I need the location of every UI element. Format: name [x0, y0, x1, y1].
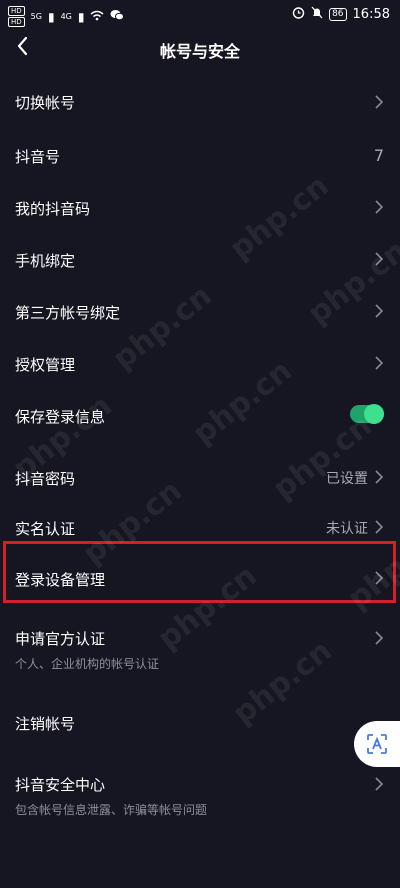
save-login-toggle[interactable]	[350, 404, 384, 424]
item-subtitle: 包含帐号信息泄露、诈骗等帐号问题	[15, 803, 208, 817]
menu-item-official-verification[interactable]: 申请官方认证 个人、企业机构的帐号认证	[0, 624, 400, 676]
page-title: 帐号与安全	[159, 42, 240, 61]
menu-item-douyin-id[interactable]: 抖音号 7	[0, 138, 400, 174]
alarm-icon	[292, 6, 305, 23]
chevron-right-icon	[375, 470, 384, 484]
item-label: 手机绑定	[15, 252, 76, 270]
status-bar: HD HD 5G ▮ 4G ▮ 86 16:58	[0, 0, 400, 28]
floating-scan-button[interactable]	[354, 721, 400, 767]
item-value: 7	[373, 146, 384, 165]
menu-item-my-qr-code[interactable]: 我的抖音码	[0, 190, 400, 226]
mute-icon	[311, 6, 323, 23]
item-label: 注销帐号	[15, 715, 76, 733]
menu-item-third-party-binding[interactable]: 第三方帐号绑定	[0, 294, 400, 330]
network-label: 4G	[60, 12, 72, 21]
item-label: 抖音安全中心	[15, 776, 106, 794]
hd-badge: HD	[8, 6, 25, 16]
clock: 16:58	[352, 7, 390, 22]
item-label: 抖音密码	[15, 470, 76, 488]
wechat-icon	[110, 9, 125, 24]
menu-item-password[interactable]: 抖音密码 已设置	[0, 460, 400, 496]
chevron-right-icon	[375, 520, 384, 534]
chevron-right-icon	[375, 252, 384, 266]
network-label: 5G	[30, 12, 42, 21]
text-scan-icon	[367, 734, 387, 754]
chevron-right-icon	[375, 304, 384, 318]
highlight-box	[3, 541, 396, 603]
chevron-right-icon	[375, 631, 384, 645]
wifi-icon	[90, 10, 104, 24]
chevron-right-icon	[375, 777, 384, 791]
item-value: 未认证	[326, 521, 368, 537]
menu-item-save-login-info: 保存登录信息	[0, 398, 400, 434]
item-label: 授权管理	[15, 356, 76, 374]
item-label: 第三方帐号绑定	[15, 304, 121, 322]
battery-icon: 86	[329, 8, 347, 21]
menu-item-phone-binding[interactable]: 手机绑定	[0, 242, 400, 278]
item-label: 我的抖音码	[15, 200, 91, 218]
signal-icon: ▮	[47, 9, 55, 24]
menu-item-authorization[interactable]: 授权管理	[0, 346, 400, 382]
menu-item-switch-account[interactable]: 切换帐号	[0, 86, 400, 122]
item-label: 申请官方认证	[15, 630, 106, 648]
hd-badge: HD	[8, 17, 25, 27]
chevron-right-icon	[375, 356, 384, 370]
chevron-right-icon	[375, 200, 384, 214]
chevron-right-icon	[375, 95, 384, 109]
item-label: 保存登录信息	[15, 408, 106, 426]
item-subtitle: 个人、企业机构的帐号认证	[15, 657, 160, 671]
toggle-knob	[364, 404, 384, 424]
item-label: 切换帐号	[15, 94, 76, 112]
item-value: 已设置	[326, 471, 368, 487]
menu-item-delete-account[interactable]: 注销帐号	[0, 706, 400, 742]
item-label: 抖音号	[15, 148, 61, 166]
top-bar: 帐号与安全	[0, 28, 400, 68]
signal-icon: ▮	[77, 9, 85, 24]
menu-item-security-center[interactable]: 抖音安全中心 包含帐号信息泄露、诈骗等帐号问题	[0, 770, 400, 822]
item-label: 实名认证	[15, 520, 76, 538]
